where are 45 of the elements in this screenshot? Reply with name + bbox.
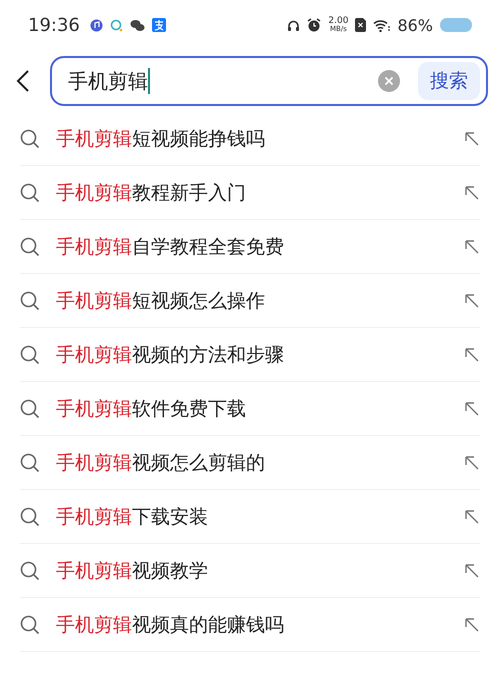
suggestion-item[interactable]: 手机剪辑视频教学 — [56, 558, 448, 584]
back-icon[interactable] — [16, 69, 30, 93]
headphones-icon — [287, 18, 300, 32]
arrow-icon[interactable] — [464, 454, 480, 470]
suggestion-item[interactable]: 手机剪辑视频怎么剪辑的 — [56, 450, 448, 476]
suggestion-item[interactable]: 手机剪辑视频真的能赚钱吗 — [56, 612, 448, 638]
search-icon — [20, 560, 40, 580]
search-field[interactable]: 手机剪辑 搜索 — [50, 56, 488, 106]
network-speed-value: 2.00 — [328, 17, 348, 26]
search-icon — [20, 290, 40, 310]
arrow-icon[interactable] — [464, 508, 480, 524]
suggestion-item[interactable]: 手机剪辑短视频能挣钱吗 — [56, 126, 448, 152]
arrow-icon[interactable] — [464, 616, 480, 632]
suggestion-item[interactable]: 手机剪辑教程新手入门 — [56, 180, 448, 206]
arrow-icon[interactable] — [464, 562, 480, 578]
alarm-icon — [307, 18, 322, 32]
search-icon — [20, 614, 40, 634]
suggestion-item[interactable]: 手机剪辑短视频怎么操作 — [56, 288, 448, 314]
arrow-icon[interactable] — [464, 292, 480, 308]
search-icon — [20, 452, 40, 472]
search-icon — [20, 506, 40, 526]
status-time: 19:36 — [28, 14, 80, 36]
suggestion-item[interactable]: 手机剪辑下载安装 — [56, 504, 448, 530]
suggestion-item[interactable]: 手机剪辑自学教程全套免费 — [56, 234, 448, 260]
alipay-icon — [152, 18, 166, 32]
suggestion-item[interactable]: 手机剪辑软件免费下载 — [56, 396, 448, 422]
search-button[interactable]: 搜索 — [418, 62, 480, 100]
search-icon — [20, 182, 40, 202]
search-icon — [20, 236, 40, 256]
search-icon — [20, 344, 40, 364]
arrow-icon[interactable] — [464, 346, 480, 362]
search-icon — [20, 128, 40, 148]
arrow-icon[interactable] — [464, 238, 480, 254]
battery-percent: 86% — [397, 16, 433, 34]
battery-icon — [440, 18, 472, 32]
chat-bubble-icon — [110, 18, 123, 32]
search-icon — [20, 398, 40, 418]
suggestion-item[interactable]: 手机剪辑视频的方法和步骤 — [56, 342, 448, 368]
music-app-icon — [90, 18, 103, 32]
clear-icon[interactable] — [378, 70, 400, 92]
wifi-icon — [373, 18, 390, 32]
arrow-icon[interactable] — [464, 184, 480, 200]
arrow-icon[interactable] — [464, 400, 480, 416]
no-sim-icon — [355, 18, 366, 32]
arrow-icon[interactable] — [464, 130, 480, 146]
